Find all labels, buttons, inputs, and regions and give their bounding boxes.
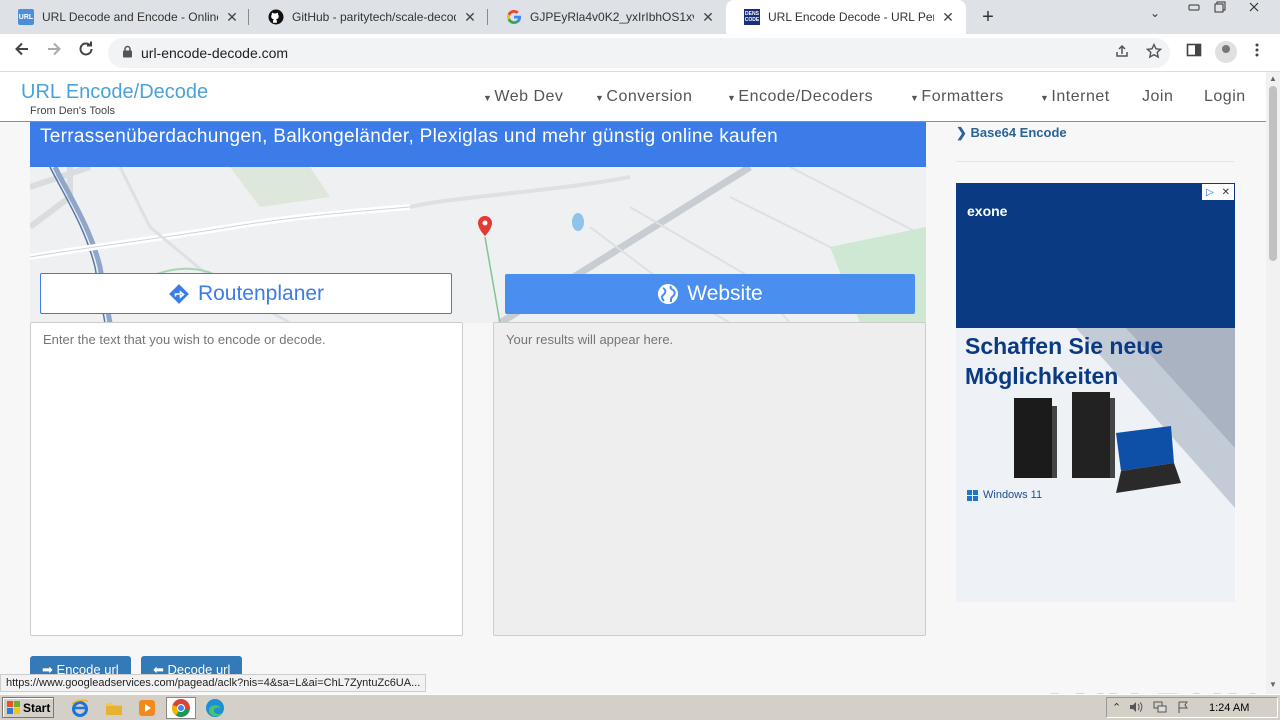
- tray-expand-icon[interactable]: ⌃: [1112, 701, 1121, 714]
- site-brand-sub: From Den's Tools: [30, 105, 116, 117]
- sidebar-divider: [956, 161, 1234, 162]
- menu-kebab-icon[interactable]: [1254, 42, 1260, 63]
- share-icon[interactable]: [1114, 43, 1130, 63]
- windows-flag-icon: [7, 701, 20, 714]
- ad-banner-text[interactable]: Terrassenüberdachungen, Balkongeländer, …: [40, 126, 778, 148]
- caret-down-icon: ▼: [910, 93, 920, 103]
- anyrun-watermark: ANY RUN: [1038, 682, 1261, 694]
- minimize-icon[interactable]: [1182, 0, 1206, 18]
- scrollbar-thumb[interactable]: [1269, 86, 1277, 261]
- website-button[interactable]: Website: [505, 274, 915, 314]
- github-icon: [268, 9, 284, 25]
- ad-banner[interactable]: Terrassenüberdachungen, Balkongeländer, …: [30, 122, 926, 167]
- back-icon[interactable]: [10, 40, 34, 64]
- caret-down-icon: ▼: [483, 93, 493, 103]
- nav-formatters[interactable]: ▼ Formatters: [910, 88, 1004, 106]
- start-button[interactable]: Start: [2, 697, 54, 718]
- website-label: Website: [687, 282, 763, 305]
- nav-encode-decoders[interactable]: ▼ Encode/Decoders: [727, 88, 873, 106]
- action-center-flag-icon[interactable]: [1177, 701, 1189, 716]
- dens-code-favicon-icon: DENS CODE: [744, 9, 760, 25]
- route-planner-label: Routenplaner: [197, 281, 325, 305]
- close-window-icon[interactable]: [1242, 0, 1266, 18]
- volume-icon[interactable]: [1129, 701, 1143, 716]
- sidebar-link-base64-encode[interactable]: ❯ Base64 Encode: [956, 125, 1067, 141]
- browser-toolbar: url-encode-decode.com: [0, 34, 1280, 72]
- lock-icon[interactable]: [122, 45, 133, 61]
- taskbar: Start ⌃ 1:24 AM: [0, 694, 1280, 720]
- edge-icon[interactable]: [205, 698, 225, 718]
- route-planner-button[interactable]: Routenplaner: [40, 273, 452, 314]
- tab-title: URL Encode Decode - URL Percent E: [768, 10, 934, 24]
- nav-conversion[interactable]: ▼ Conversion: [595, 88, 692, 106]
- restore-icon[interactable]: [1208, 0, 1232, 18]
- chrome-icon: [171, 699, 190, 717]
- profile-avatar[interactable]: [1215, 41, 1237, 63]
- tab-title: GitHub - paritytech/scale-decode: De: [292, 10, 456, 24]
- link-status-bar: https://www.googleadservices.com/pagead/…: [0, 674, 427, 692]
- address-bar[interactable]: url-encode-decode.com: [108, 38, 1170, 68]
- caret-down-icon: ▼: [1040, 93, 1050, 103]
- nav-internet[interactable]: ▼ Internet: [1040, 88, 1110, 106]
- tab-separator: [248, 9, 249, 25]
- tab-url-encode-decode[interactable]: DENS CODE URL Encode Decode - URL Percen…: [726, 0, 966, 34]
- tab-close-icon[interactable]: ✕: [700, 9, 716, 26]
- nav-login[interactable]: Login: [1204, 88, 1246, 106]
- tab-close-icon[interactable]: ✕: [462, 9, 478, 26]
- ie-icon[interactable]: [70, 698, 90, 718]
- url-favicon-icon: URL: [18, 9, 34, 25]
- tab-strip: URL URL Decode and Encode - Online ✕ Git…: [0, 0, 1280, 34]
- scroll-down-icon[interactable]: ▼: [1269, 680, 1277, 689]
- tab-title: URL Decode and Encode - Online: [42, 10, 218, 24]
- caret-down-icon: ▼: [595, 93, 605, 103]
- sidebar-ad[interactable]: exone ▷ ✕ Schaffen Sie neue Möglichkeiten: [956, 183, 1235, 602]
- chrome-taskbar-button[interactable]: [166, 697, 196, 719]
- forward-icon[interactable]: [42, 40, 66, 64]
- nav-join[interactable]: Join: [1142, 88, 1173, 106]
- network-icon[interactable]: [1153, 701, 1167, 716]
- directions-icon: [169, 283, 189, 304]
- tab-search-button[interactable]: ⌄: [1150, 6, 1160, 20]
- page-content: Terrassenüberdachungen, Balkongeländer, …: [0, 122, 1266, 694]
- globe-icon: [658, 284, 679, 304]
- page-scrollbar[interactable]: ▲ ▼: [1266, 72, 1280, 694]
- scroll-up-icon[interactable]: ▲: [1269, 74, 1277, 83]
- tab-close-icon[interactable]: ✕: [940, 9, 956, 26]
- bookmark-star-icon[interactable]: [1145, 42, 1163, 63]
- caret-down-icon: ▼: [727, 93, 737, 103]
- tab-github[interactable]: GitHub - paritytech/scale-decode: De ✕: [250, 0, 488, 34]
- taskbar-clock[interactable]: 1:24 AM: [1209, 702, 1249, 714]
- page-viewport: URL Encode/Decode From Den's Tools ▼ Web …: [0, 72, 1266, 694]
- explorer-folder-icon[interactable]: [104, 698, 124, 718]
- new-tab-button[interactable]: +: [976, 4, 1000, 30]
- output-textarea[interactable]: [493, 322, 926, 636]
- site-brand[interactable]: URL Encode/Decode: [21, 81, 208, 104]
- nav-web-dev[interactable]: ▼ Web Dev: [483, 88, 563, 106]
- sidebar-ad-headline: Schaffen Sie neue Möglichkeiten: [965, 333, 1164, 389]
- google-icon: [506, 9, 522, 25]
- site-header: URL Encode/Decode From Den's Tools ▼ Web …: [0, 72, 1266, 122]
- input-textarea[interactable]: [30, 322, 463, 636]
- media-player-icon[interactable]: [137, 698, 157, 718]
- reload-icon[interactable]: [74, 40, 98, 64]
- sidebar-ad-header: exone: [956, 183, 1235, 328]
- windows-logo-icon: [967, 489, 978, 501]
- tab-google[interactable]: GJPEyRla4v0K2_yxIrIbhOS1xvxa8F ✕: [488, 0, 726, 34]
- address-url[interactable]: url-encode-decode.com: [141, 45, 288, 61]
- ad-choices-icon[interactable]: ▷ ✕: [1202, 184, 1234, 200]
- chevron-right-icon: ❯: [956, 125, 967, 140]
- windows-11-badge: Windows 11: [967, 489, 1042, 501]
- side-panel-icon[interactable]: [1186, 42, 1202, 63]
- tab-close-icon[interactable]: ✕: [224, 9, 240, 26]
- tab-url-decode-online[interactable]: URL URL Decode and Encode - Online ✕: [0, 0, 250, 34]
- exone-logo: exone: [967, 203, 1008, 219]
- tab-title: GJPEyRla4v0K2_yxIrIbhOS1xvxa8F: [530, 10, 694, 24]
- system-tray: ⌃ 1:24 AM: [1106, 697, 1278, 718]
